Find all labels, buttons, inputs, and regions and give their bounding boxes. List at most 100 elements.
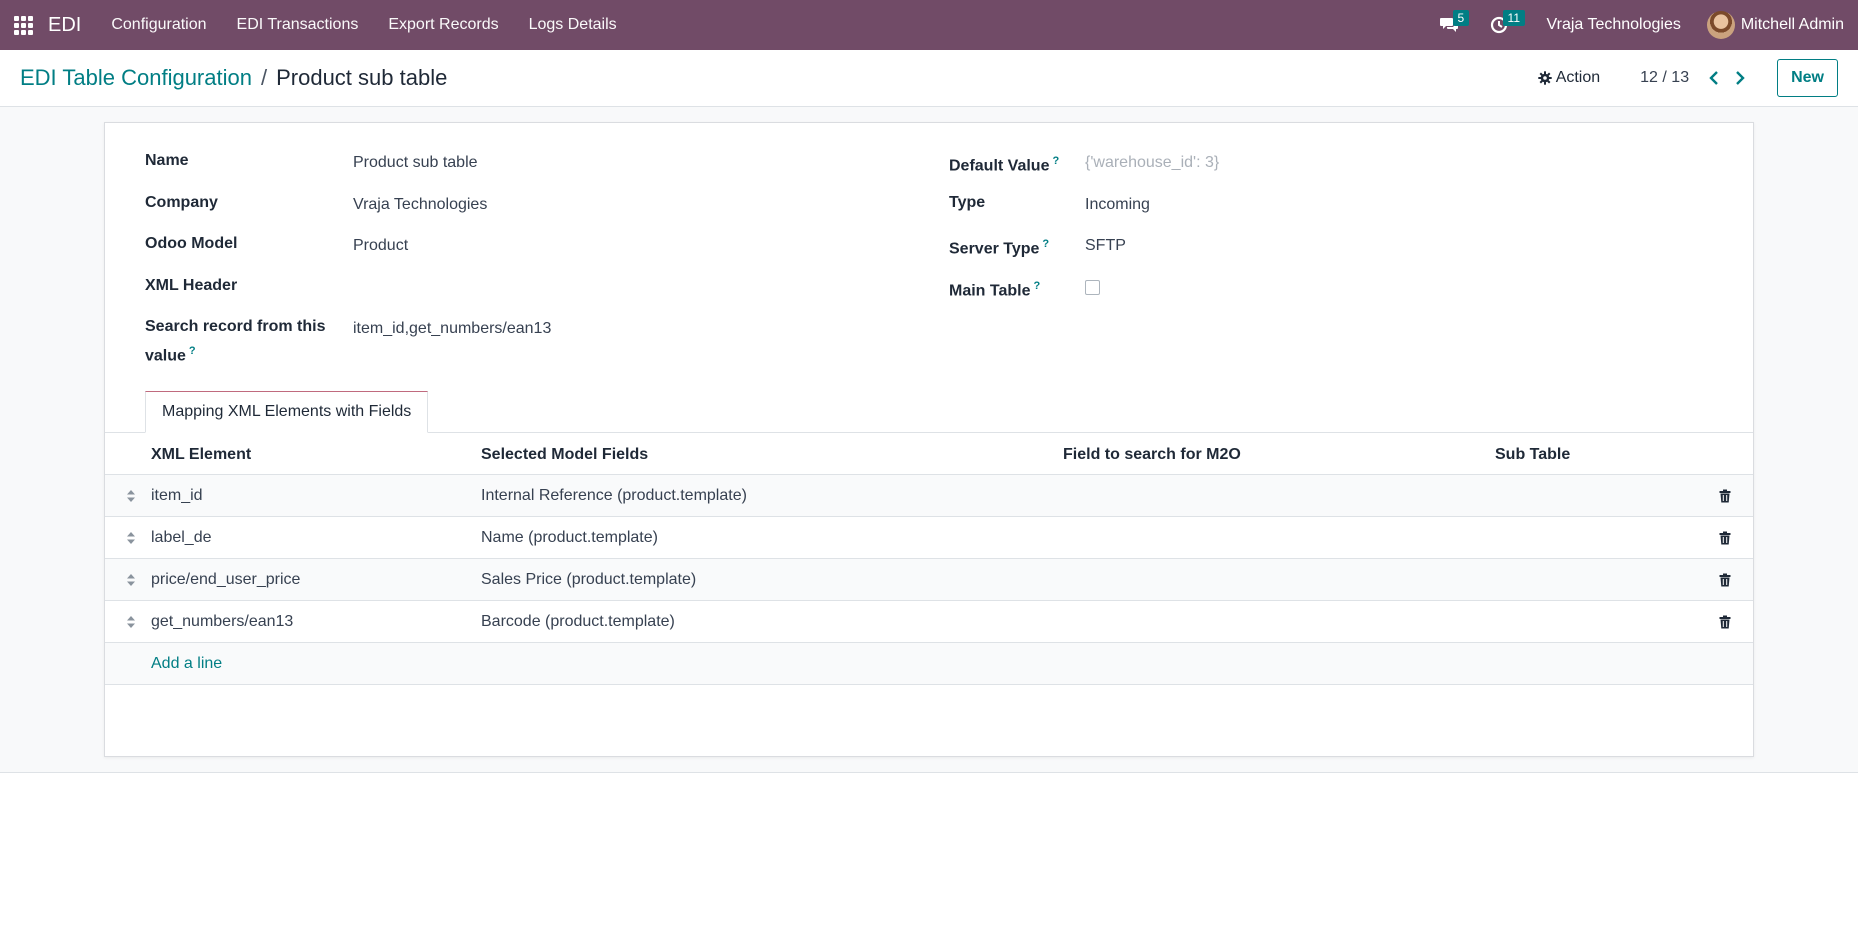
server-type-help-icon[interactable]: ? — [1042, 238, 1049, 250]
apps-grid-icon — [13, 15, 33, 35]
odoo-model-field[interactable]: Product — [353, 232, 408, 258]
cell-model-field[interactable]: Name (product.template) — [481, 529, 1063, 547]
default-value-label: Default Value? — [949, 149, 1085, 178]
activities-count-badge: 11 — [1502, 10, 1525, 26]
trash-icon — [1719, 531, 1731, 544]
search-record-field[interactable]: item_id,get_numbers/ean13 — [353, 315, 551, 341]
cell-xml-element[interactable]: item_id — [151, 487, 481, 505]
cell-model-field[interactable]: Internal Reference (product.template) — [481, 487, 1063, 505]
table-row[interactable]: label_de Name (product.template) — [105, 517, 1753, 559]
header-field-to-search-m2o[interactable]: Field to search for M2O — [1063, 446, 1495, 464]
messages-count-badge: 5 — [1452, 10, 1470, 26]
table-body: item_id Internal Reference (product.temp… — [105, 475, 1753, 643]
tab-mapping-xml-elements[interactable]: Mapping XML Elements with Fields — [145, 391, 429, 433]
drag-handle[interactable] — [105, 573, 151, 587]
delete-row-button[interactable] — [1695, 573, 1753, 587]
sort-handle-icon — [127, 615, 135, 628]
main-table-label-text: Main Table — [949, 281, 1031, 299]
action-button[interactable]: Action — [1537, 69, 1601, 87]
chevron-left-icon — [1709, 71, 1718, 85]
apps-menu-button[interactable] — [0, 0, 46, 50]
xml-header-field[interactable] — [353, 274, 773, 300]
main-table-checkbox[interactable] — [1085, 279, 1100, 295]
server-type-label: Server Type? — [949, 232, 1085, 261]
avatar — [1706, 11, 1735, 39]
name-label: Name — [145, 152, 189, 169]
header-sub-table[interactable]: Sub Table — [1495, 446, 1695, 464]
notebook-tabs: Mapping XML Elements with Fields — [105, 391, 1753, 433]
add-a-line-link[interactable]: Add a line — [105, 643, 1753, 685]
form-sheet: Name Product sub table Company Vraja Tec… — [104, 122, 1754, 757]
company-field[interactable]: Vraja Technologies — [353, 191, 487, 217]
default-value-field[interactable]: {'warehouse_id': 3} — [1085, 149, 1219, 175]
server-type-field[interactable]: SFTP — [1085, 232, 1126, 258]
pager-next-button[interactable] — [1727, 63, 1753, 93]
table-row[interactable]: get_numbers/ean13 Barcode (product.templ… — [105, 601, 1753, 643]
delete-row-button[interactable] — [1695, 489, 1753, 503]
drag-handle[interactable] — [105, 531, 151, 545]
user-menu[interactable]: Mitchell Admin — [1706, 11, 1844, 39]
cell-xml-element[interactable]: price/end_user_price — [151, 571, 481, 589]
field-row-company: Company Vraja Technologies — [145, 191, 905, 233]
type-field[interactable]: Incoming — [1085, 191, 1150, 217]
menu-logs-details[interactable]: Logs Details — [529, 16, 617, 34]
user-name: Mitchell Admin — [1740, 16, 1844, 33]
main-table-label: Main Table? — [949, 274, 1085, 303]
form-view: Name Product sub table Company Vraja Tec… — [0, 107, 1858, 773]
cell-xml-element[interactable]: label_de — [151, 529, 481, 547]
trash-icon — [1719, 489, 1731, 502]
header-xml-element[interactable]: XML Element — [151, 446, 481, 464]
name-field[interactable]: Product sub table — [353, 149, 478, 175]
sort-handle-icon — [127, 573, 135, 586]
odoo-model-label: Odoo Model — [145, 235, 238, 252]
new-button[interactable]: New — [1777, 59, 1838, 97]
pager-value[interactable]: 12 / 13 — [1640, 69, 1689, 87]
activities-button[interactable]: 11 — [1477, 0, 1525, 50]
search-record-label-text: Search record from this value — [145, 318, 326, 365]
table-row[interactable]: item_id Internal Reference (product.temp… — [105, 475, 1753, 517]
delete-row-button[interactable] — [1695, 531, 1753, 545]
left-field-group: Name Product sub table Company Vraja Tec… — [145, 149, 905, 368]
header-selected-model-fields[interactable]: Selected Model Fields — [481, 446, 1063, 464]
field-row-main-table: Main Table? — [949, 274, 1709, 316]
company-label: Company — [145, 193, 218, 211]
company-switcher[interactable]: Vraja Technologies — [1547, 16, 1681, 34]
field-row-server-type: Server Type? SFTP — [949, 232, 1709, 274]
search-record-label: Search record from this value? — [145, 315, 353, 368]
field-row-xml-header: XML Header — [145, 274, 905, 316]
menu-edi-transactions[interactable]: EDI Transactions — [237, 16, 359, 34]
default-value-help-icon[interactable]: ? — [1052, 155, 1059, 167]
right-field-group: Default Value? {'warehouse_id': 3} Type … — [949, 149, 1709, 315]
breadcrumb-separator: / — [260, 65, 268, 90]
breadcrumb-current: Product sub table — [276, 65, 448, 90]
field-row-search-record: Search record from this value? item_id,g… — [145, 315, 905, 368]
top-navbar: EDI Configuration EDI Transactions Expor… — [0, 0, 1858, 50]
field-row-odoo-model: Odoo Model Product — [145, 232, 905, 274]
server-type-label-text: Server Type — [949, 240, 1040, 258]
field-row-name: Name Product sub table — [145, 149, 905, 191]
default-value-label-text: Default Value — [949, 157, 1050, 175]
action-label: Action — [1555, 69, 1601, 86]
trash-icon — [1719, 573, 1731, 586]
delete-row-button[interactable] — [1695, 615, 1753, 629]
search-record-help-icon[interactable]: ? — [189, 345, 196, 357]
pager-previous-button[interactable] — [1701, 63, 1727, 93]
cell-model-field[interactable]: Sales Price (product.template) — [481, 571, 1063, 589]
main-table-help-icon[interactable]: ? — [1034, 280, 1041, 292]
trash-icon — [1719, 615, 1731, 628]
app-name[interactable]: EDI — [48, 14, 81, 37]
table-row[interactable]: price/end_user_price Sales Price (produc… — [105, 559, 1753, 601]
table-header: XML Element Selected Model Fields Field … — [105, 435, 1753, 475]
cell-model-field[interactable]: Barcode (product.template) — [481, 613, 1063, 631]
cell-xml-element[interactable]: get_numbers/ean13 — [151, 613, 481, 631]
drag-handle[interactable] — [105, 615, 151, 629]
breadcrumb-parent[interactable]: EDI Table Configuration — [20, 65, 252, 91]
menu-configuration[interactable]: Configuration — [111, 16, 206, 34]
messages-button[interactable]: 5 — [1427, 0, 1471, 50]
menu-export-records[interactable]: Export Records — [388, 16, 498, 34]
mapping-table: XML Element Selected Model Fields Field … — [105, 435, 1753, 685]
type-label: Type — [949, 193, 986, 211]
drag-handle[interactable] — [105, 489, 151, 503]
chevron-right-icon — [1736, 71, 1745, 85]
field-row-default-value: Default Value? {'warehouse_id': 3} — [949, 149, 1709, 191]
